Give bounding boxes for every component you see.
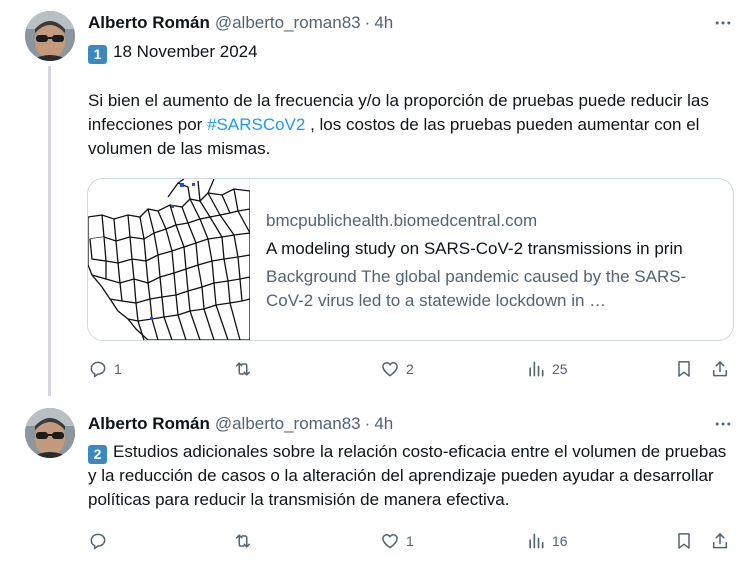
separator-dot: ·: [364, 13, 371, 32]
tweet-body: Estudios adicionales sobre la relación c…: [88, 442, 727, 509]
heart-icon: [382, 534, 398, 549]
card-text: bmcpublichealth.biomedcentral.com A mode…: [266, 209, 726, 313]
like-button[interactable]: 1: [380, 529, 414, 553]
tweet-1[interactable]: Alberto Román @alberto_roman83 · 4h 1 18 …: [0, 0, 752, 396]
view-count: 25: [552, 361, 568, 377]
view-count: 16: [552, 533, 568, 549]
views-button[interactable]: 25: [526, 357, 568, 381]
bar-chart-icon: [529, 533, 544, 549]
author-name[interactable]: Alberto Román: [88, 13, 210, 33]
tweet-header: Alberto Román @alberto_roman83 · 4h: [88, 12, 393, 34]
share-button[interactable]: [710, 529, 730, 553]
tweet-text: 1 18 November 2024 Si bien el aumento de …: [88, 40, 738, 161]
tweet-actions: 1 16: [88, 529, 738, 553]
card-domain: bmcpublichealth.biomedcentral.com: [266, 211, 538, 230]
like-count: 1: [406, 533, 414, 549]
repost-arrows-icon: [236, 534, 250, 548]
more-dots-icon: [715, 21, 731, 25]
tweet-header: Alberto Román @alberto_roman83 · 4h: [88, 413, 393, 435]
share-upload-icon: [713, 361, 727, 377]
tweet-2[interactable]: Alberto Román @alberto_roman83 · 4h 2 Est…: [0, 395, 752, 568]
timestamp[interactable]: 4h: [374, 13, 393, 33]
author-name[interactable]: Alberto Román: [88, 414, 210, 434]
bookmark-icon: [678, 533, 690, 549]
more-options-button[interactable]: [712, 413, 734, 435]
avatar-image: [25, 408, 75, 458]
tweet-text: 2 Estudios adicionales sobre la relación …: [88, 440, 738, 512]
share-button[interactable]: [710, 357, 730, 381]
author-handle[interactable]: @alberto_roman83: [215, 13, 361, 33]
repost-button[interactable]: [233, 529, 259, 553]
tweet-body: Si bien el aumento de la frecuencia y/o …: [88, 89, 738, 161]
avatar-image: [25, 11, 75, 61]
more-dots-icon: [715, 422, 731, 426]
like-button[interactable]: 2: [380, 357, 414, 381]
bookmark-icon: [678, 361, 690, 377]
keycap-number-icon: 2: [88, 445, 107, 464]
hashtag-link[interactable]: #SARSCoV2: [207, 115, 305, 134]
thread-connector: [48, 66, 51, 396]
link-card[interactable]: bmcpublichealth.biomedcentral.com A mode…: [87, 178, 734, 341]
keycap-number-icon: 1: [88, 45, 107, 64]
reply-bubble-icon: [90, 533, 106, 550]
repost-button[interactable]: [233, 357, 259, 381]
avatar[interactable]: [25, 11, 75, 61]
reply-button[interactable]: [88, 529, 114, 553]
bookmark-button[interactable]: [674, 357, 694, 381]
card-title: A modeling study on SARS-CoV-2 transmiss…: [266, 239, 683, 258]
like-count: 2: [406, 361, 414, 377]
bookmark-button[interactable]: [674, 529, 694, 553]
reply-bubble-icon: [90, 361, 106, 378]
reply-button[interactable]: 1: [88, 357, 122, 381]
avatar[interactable]: [25, 408, 75, 458]
views-button[interactable]: 16: [526, 529, 568, 553]
date-text: 18 November 2024: [113, 42, 258, 61]
county-map-image: [88, 179, 252, 340]
author-handle[interactable]: @alberto_roman83: [215, 414, 361, 434]
bar-chart-icon: [529, 361, 544, 377]
timestamp[interactable]: 4h: [374, 414, 393, 434]
separator-dot: ·: [364, 414, 371, 433]
share-upload-icon: [713, 533, 727, 549]
tweet-actions: 1 2 25: [88, 357, 738, 381]
card-thumbnail-map: [88, 179, 252, 340]
repost-arrows-icon: [236, 362, 250, 376]
more-options-button[interactable]: [712, 12, 734, 34]
reply-count: 1: [114, 361, 122, 377]
card-description: Background The global pandemic caused by…: [266, 267, 687, 310]
heart-icon: [382, 362, 398, 377]
date-line: 1 18 November 2024: [88, 40, 738, 64]
